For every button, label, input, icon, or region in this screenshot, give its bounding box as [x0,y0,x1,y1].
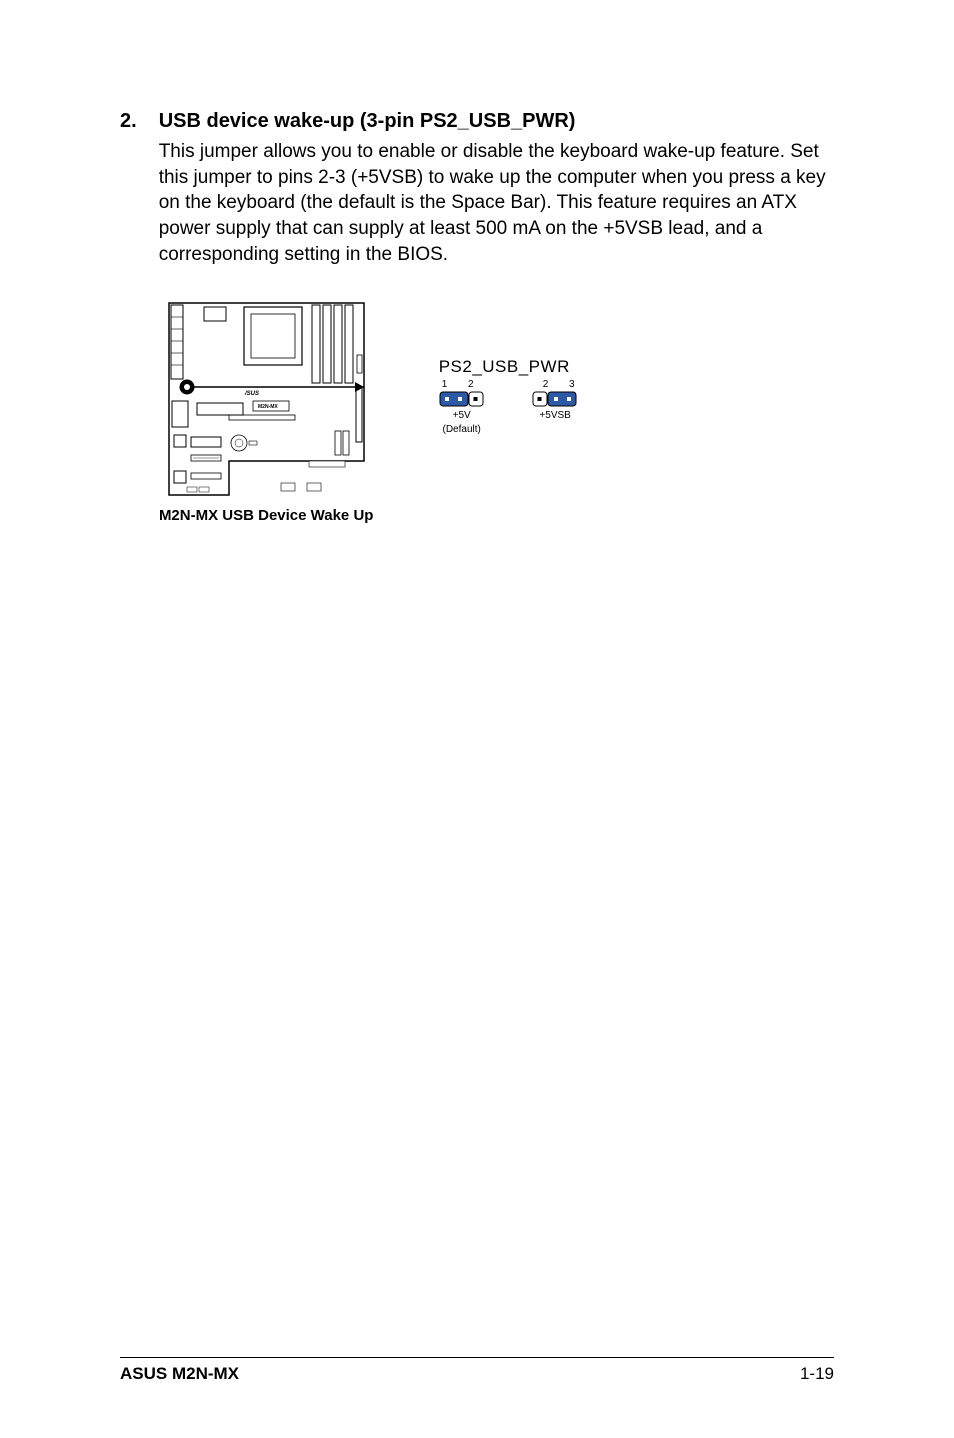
jumper-header-label: PS2_USB_PWR [439,357,570,377]
page-footer: ASUS M2N-MX 1-19 [120,1357,834,1384]
board-model-label: M2N-MX [258,404,278,410]
section-number: 2. [120,110,137,524]
diagram-block: /SUS M2N-MX [159,295,834,524]
motherboard-diagram: /SUS M2N-MX [159,295,374,524]
jumper-icon-alt [532,391,578,407]
jumper-icon-default [439,391,485,407]
jumper-option: 1 2 +5V (Default) [439,379,485,435]
page-number: 1-19 [800,1364,834,1384]
jumper-option: 2 3 +5VSB [527,379,584,424]
pin-numbers: 2 3 [527,379,584,390]
jumper-voltage: +5V [453,410,471,421]
motherboard-svg: /SUS M2N-MX [159,295,374,503]
section-title: USB device wake-up (3-pin PS2_USB_PWR) [159,110,834,133]
section-paragraph: This jumper allows you to enable or disa… [159,139,834,267]
diagram-caption: M2N-MX USB Device Wake Up [159,507,374,524]
jumper-note: (Default) [443,424,481,435]
svg-text:/SUS: /SUS [244,391,259,397]
jumper-voltage: +5VSB [539,410,570,421]
pin-numbers: 1 2 [439,379,485,390]
section-body: USB device wake-up (3-pin PS2_USB_PWR) T… [159,110,834,524]
pin-options-row: 1 2 +5V (Default) 2 3 [439,379,584,435]
footer-rule [120,1357,834,1358]
footer-product: ASUS M2N-MX [120,1364,239,1384]
jumper-options: PS2_USB_PWR 1 2 +5V (Default) [439,357,584,435]
